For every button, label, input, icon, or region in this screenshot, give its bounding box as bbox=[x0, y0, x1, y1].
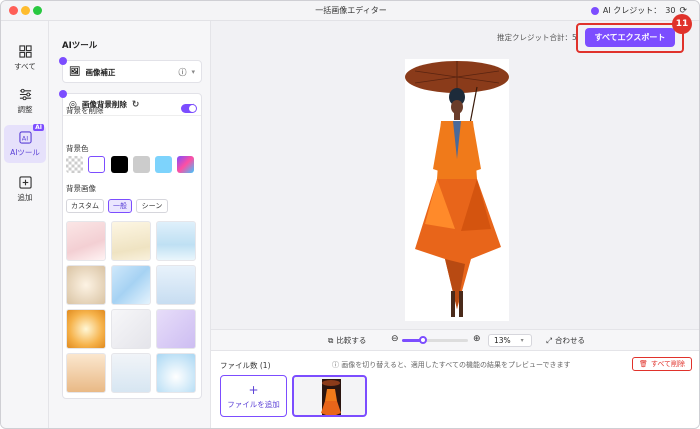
bg-thumbnail[interactable] bbox=[66, 353, 106, 393]
add-file-label: ファイルを追加 bbox=[227, 399, 280, 409]
info-icon: ⓘ bbox=[332, 361, 342, 369]
ai-dot-icon bbox=[59, 57, 67, 65]
rail-label-adjust: 調整 bbox=[17, 104, 33, 114]
tab-general[interactable]: 一般 bbox=[108, 199, 132, 213]
grid-icon bbox=[18, 44, 32, 58]
zoom-value: 13% bbox=[494, 336, 511, 345]
swatch-white[interactable] bbox=[88, 156, 105, 173]
bg-thumbnail[interactable] bbox=[66, 309, 106, 349]
ai-badge: AI bbox=[33, 124, 44, 131]
title-bar: 一括画像エディター AI クレジット： 30 ⟳ bbox=[1, 1, 699, 21]
file-thumbnail-image bbox=[321, 379, 341, 415]
file-count: ファイル数 (1) bbox=[220, 361, 271, 370]
compare-label: 比較する bbox=[336, 336, 367, 345]
zoom-slider-handle[interactable] bbox=[419, 336, 427, 344]
fit-icon: ⤢ bbox=[546, 335, 552, 345]
trash-icon: 🗑 bbox=[638, 360, 648, 368]
rail-item-all[interactable]: すべて bbox=[4, 39, 46, 77]
ai-icon: AI bbox=[18, 130, 32, 144]
estimate-label: 推定クレジット合計： bbox=[497, 33, 572, 42]
bg-thumbnail[interactable] bbox=[156, 353, 196, 393]
fit-button[interactable]: ⤢ 合わせる bbox=[546, 335, 585, 346]
swatch-light-blue[interactable] bbox=[155, 156, 172, 173]
credit-value: 30 bbox=[665, 6, 676, 15]
compare-icon: ⧉ bbox=[328, 335, 334, 345]
bg-image-label: 背景画像 bbox=[66, 184, 96, 193]
tab-scene[interactable]: シーン bbox=[136, 199, 168, 213]
swatch-black[interactable] bbox=[111, 156, 128, 173]
swatch-gray[interactable] bbox=[133, 156, 150, 173]
svg-text:AI: AI bbox=[21, 134, 27, 142]
chevron-down-icon[interactable]: ▾ bbox=[191, 68, 195, 76]
bg-color-label: 背景色 bbox=[66, 144, 89, 153]
highlight-box bbox=[576, 23, 684, 53]
remove-bg-toggle[interactable] bbox=[181, 104, 197, 113]
reset-icon[interactable]: ↻ bbox=[132, 100, 140, 110]
bg-thumbnail[interactable] bbox=[156, 265, 196, 305]
info-icon[interactable]: ⓘ bbox=[178, 67, 186, 78]
zoom-out-icon[interactable]: ⊖ bbox=[391, 334, 399, 344]
left-rail: すべて 調整 AI AI AIツール 追加 bbox=[1, 21, 49, 428]
zoom-in-icon[interactable]: ⊕ bbox=[473, 334, 481, 344]
enhance-card[interactable]: 🖼 画像補正 ⓘ ▾ bbox=[59, 57, 202, 83]
ai-dot-icon bbox=[59, 90, 67, 98]
zoom-select[interactable]: 13% ▾ bbox=[488, 334, 532, 347]
delete-all-label: すべて削除 bbox=[650, 360, 686, 368]
plus-icon: + bbox=[248, 382, 259, 397]
tab-custom[interactable]: カスタム bbox=[66, 199, 104, 213]
bg-thumbnail[interactable] bbox=[66, 265, 106, 305]
zoom-slider[interactable] bbox=[402, 336, 468, 344]
chevron-down-icon: ▾ bbox=[520, 337, 524, 344]
image-preview bbox=[405, 59, 509, 321]
file-thumbnail[interactable] bbox=[292, 375, 367, 417]
credit-label: AI クレジット： bbox=[602, 6, 662, 15]
bg-thumbnail[interactable] bbox=[111, 265, 151, 305]
bg-thumbnail[interactable] bbox=[156, 309, 196, 349]
rail-label-all: すべて bbox=[14, 61, 36, 71]
panel-title: AIツール bbox=[62, 41, 98, 51]
bg-thumbnail[interactable] bbox=[111, 353, 151, 393]
bg-thumbnail[interactable] bbox=[111, 309, 151, 349]
rail-item-adjust[interactable]: 調整 bbox=[4, 82, 46, 120]
sliders-icon bbox=[19, 88, 31, 100]
bg-thumbnail[interactable] bbox=[66, 221, 106, 261]
credit-display: AI クレジット： 30 ⟳ bbox=[590, 5, 687, 16]
delete-all-button[interactable]: 🗑 すべて削除 bbox=[632, 357, 692, 371]
compare-button[interactable]: ⧉ 比較する bbox=[328, 335, 366, 346]
preview-hint-text: 画像を切り替えると、適用したすべての機能の結果をプレビューできます bbox=[341, 361, 571, 369]
rail-item-add[interactable]: 追加 bbox=[4, 170, 46, 208]
rail-label-ai-tools: AIツール bbox=[10, 147, 40, 157]
remove-bg-label: 背景を削除 bbox=[66, 106, 104, 115]
app-window: 一括画像エディター AI クレジット： 30 ⟳ すべて 調整 AI AI AI… bbox=[0, 0, 700, 429]
rail-label-add: 追加 bbox=[17, 192, 33, 202]
step-badge: 11 bbox=[672, 14, 692, 34]
preview-hint: ⓘ 画像を切り替えると、適用したすべての機能の結果をプレビューできます bbox=[332, 360, 571, 370]
fit-label: 合わせる bbox=[555, 336, 585, 345]
swatch-custom-gradient[interactable] bbox=[177, 156, 194, 173]
bg-thumbnail[interactable] bbox=[111, 221, 151, 261]
swatch-transparent[interactable] bbox=[66, 156, 83, 173]
enhance-icon: 🖼 bbox=[69, 67, 81, 77]
enhance-label: 画像補正 bbox=[85, 67, 116, 77]
bg-thumbnail[interactable] bbox=[156, 221, 196, 261]
estimated-credits: 推定クレジット合計：5 bbox=[497, 32, 577, 43]
add-file-button[interactable]: + ファイルを追加 bbox=[220, 375, 287, 417]
rail-item-ai-tools[interactable]: AI AI AIツール bbox=[4, 124, 46, 163]
fashion-model-illustration bbox=[405, 61, 509, 317]
credit-icon bbox=[590, 6, 599, 15]
plus-square-icon bbox=[18, 175, 32, 189]
